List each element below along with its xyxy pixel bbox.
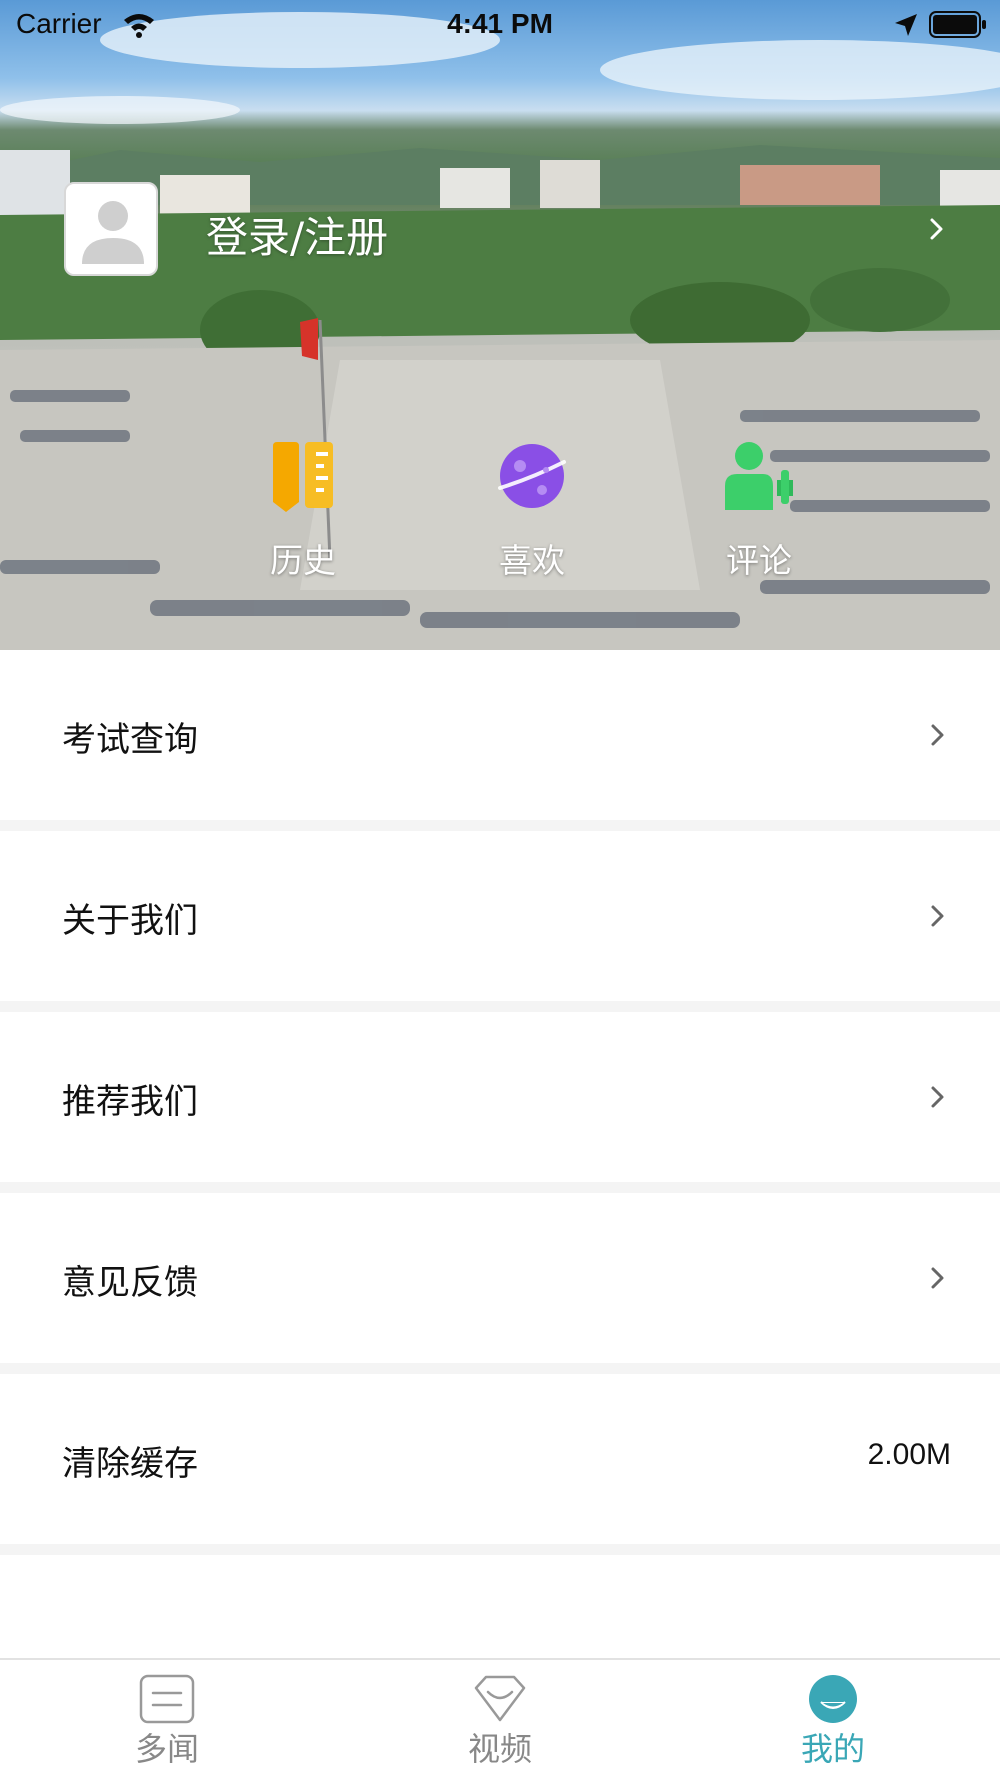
menu-item-label: 推荐我们: [62, 1082, 198, 1122]
menu-item-label: 意见反馈: [62, 1263, 198, 1303]
menu-item-exam-query[interactable]: 考试查询: [0, 650, 1000, 820]
tab-news-label: 多闻: [134, 1730, 199, 1768]
divider: [0, 820, 1000, 831]
tab-video-label: 视频: [467, 1730, 532, 1768]
news-list-icon: [139, 1674, 195, 1724]
divider: [0, 1544, 1000, 1555]
login-register-label[interactable]: 登录/注册: [206, 204, 388, 265]
clock: 4:41 PM: [447, 8, 553, 39]
menu-item-recommend-us[interactable]: 推荐我们: [0, 1012, 1000, 1182]
history-book-icon: [273, 442, 333, 512]
divider: [0, 1001, 1000, 1012]
menu-item-label: 清除缓存: [62, 1444, 198, 1484]
shortcut-like-label: 喜欢: [499, 541, 565, 580]
battery-icon: [929, 11, 986, 38]
profile-face-icon: [809, 1675, 857, 1723]
status-bar: Carrier 4:41 PM: [0, 0, 1000, 50]
tab-mine[interactable]: 我的: [733, 1660, 933, 1778]
profile-header: Carrier 4:41 PM 登录/注册 历史 喜欢 评论: [0, 0, 1000, 650]
menu-item-label: 关于我们: [62, 901, 198, 941]
shortcut-comment-label: 评论: [726, 541, 792, 580]
tab-video[interactable]: 视频: [400, 1660, 600, 1778]
chevron-right-icon: [931, 724, 944, 746]
shortcut-row: 历史 喜欢 评论: [0, 440, 1000, 590]
tab-news[interactable]: 多闻: [67, 1660, 267, 1778]
menu-item-feedback[interactable]: 意见反馈: [0, 1193, 1000, 1363]
cache-size-value: 2.00M: [867, 1438, 951, 1471]
tab-mine-label: 我的: [800, 1730, 865, 1768]
settings-menu: 考试查询 关于我们 推荐我们 意见反馈 清除缓存 2.00M: [0, 650, 1000, 1555]
avatar[interactable]: [64, 182, 158, 276]
shortcut-like[interactable]: 喜欢: [467, 440, 597, 590]
chevron-right-icon: [930, 218, 943, 240]
location-arrow-icon: [895, 14, 917, 36]
video-heart-icon: [474, 1675, 526, 1722]
shortcut-history-label: 历史: [270, 541, 336, 580]
menu-item-label: 考试查询: [62, 720, 198, 760]
menu-item-clear-cache[interactable]: 清除缓存 2.00M: [0, 1374, 1000, 1544]
tab-bar: 多闻 视频 我的: [0, 1658, 1000, 1778]
chevron-right-icon: [931, 1086, 944, 1108]
chevron-right-icon: [931, 905, 944, 927]
divider: [0, 1363, 1000, 1374]
shortcut-comment[interactable]: 评论: [694, 440, 824, 590]
default-user-icon: [82, 201, 144, 264]
chevron-right-icon: [931, 1267, 944, 1289]
login-register-row[interactable]: 登录/注册: [64, 182, 964, 278]
divider: [0, 1182, 1000, 1193]
shortcut-history[interactable]: 历史: [238, 440, 368, 590]
planet-like-icon: [498, 444, 566, 508]
comment-person-icon: [725, 442, 793, 510]
menu-item-about-us[interactable]: 关于我们: [0, 831, 1000, 1001]
